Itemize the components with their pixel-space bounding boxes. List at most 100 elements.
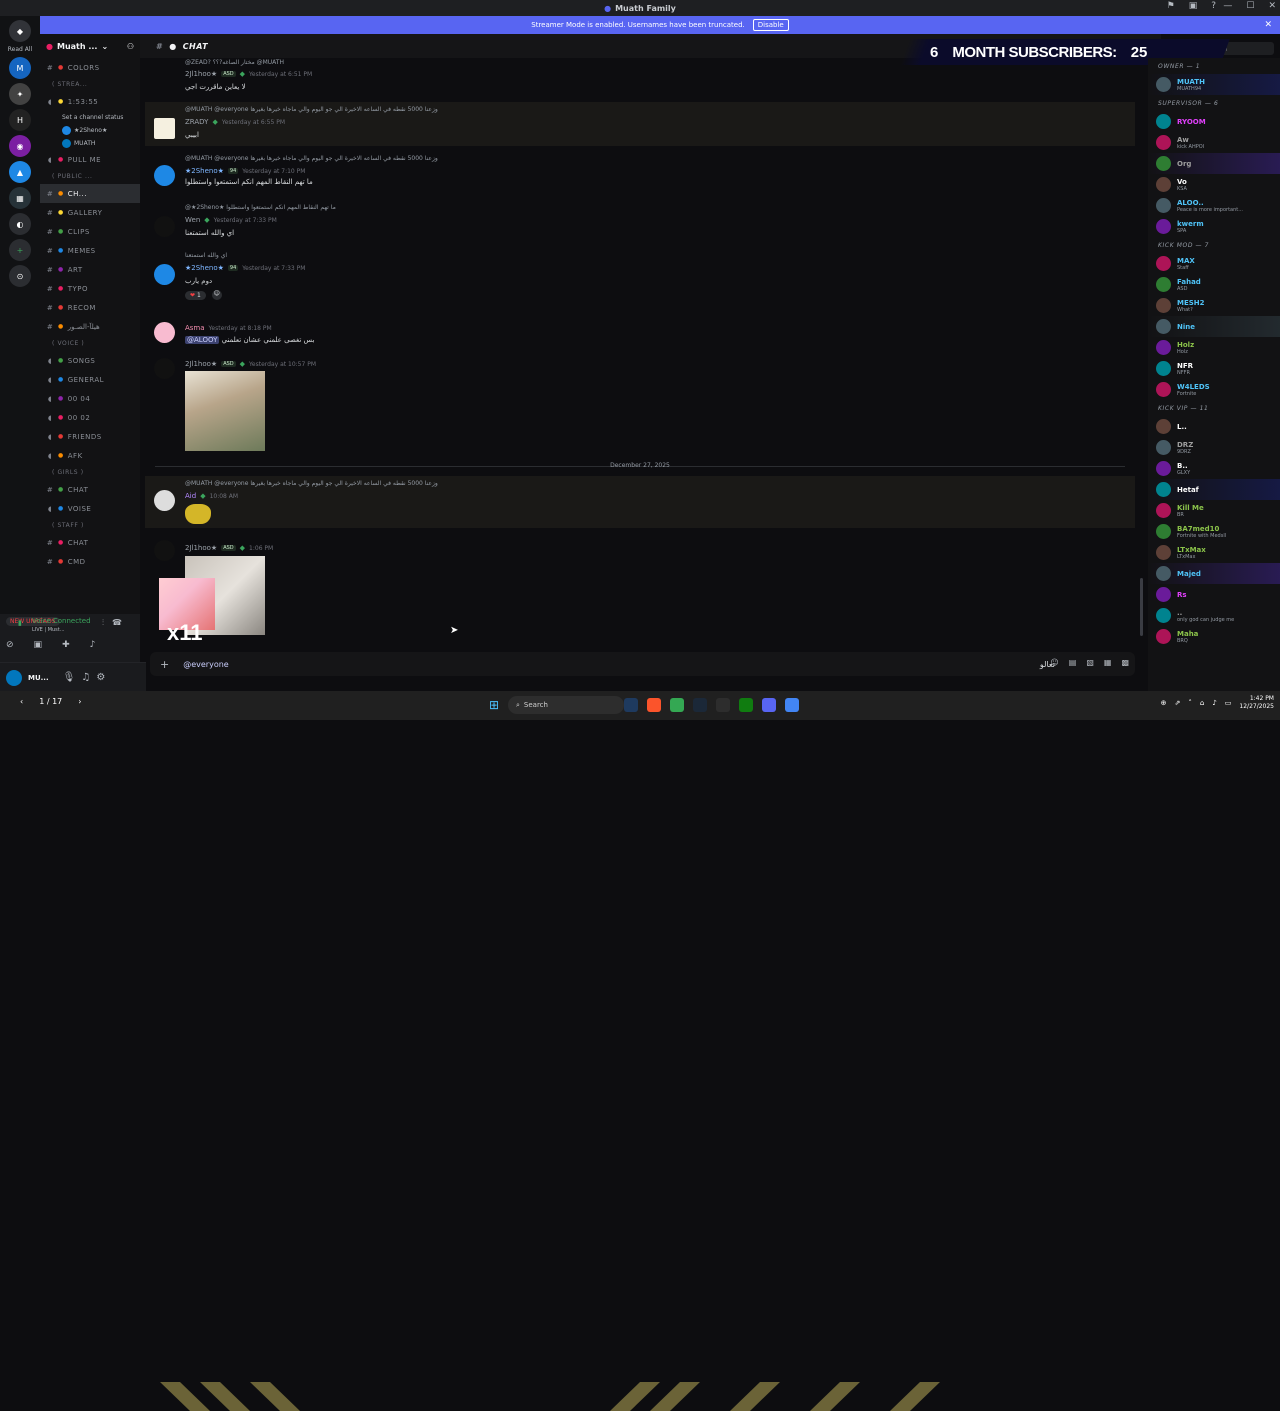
author-name[interactable]: Wen [185,216,200,224]
emoji-icon[interactable]: ▩ [1121,658,1129,667]
share-icon[interactable]: ⇗ [1174,699,1180,707]
avatar[interactable] [1156,608,1171,623]
network-icon[interactable]: ⌂ [1200,699,1204,707]
avatar[interactable] [1156,629,1171,644]
message[interactable]: @★2Sheno★ ما تهم النقاط المهم انكم استمت… [145,200,1135,242]
member-item[interactable]: DRZ 9DRZ [1148,437,1280,458]
reply-preview[interactable]: @★2Sheno★ ما تهم النقاط المهم انكم استمت… [185,204,336,211]
text-channel[interactable]: # ● TYPO [40,279,140,298]
channel-category[interactable]: ( STREA... [40,77,140,92]
avatar[interactable] [1156,382,1171,397]
apps-icon[interactable]: ▦ [1104,658,1112,667]
text-channel[interactable]: # ● COLORS [40,58,140,77]
author-name[interactable]: ZRADY [185,118,208,126]
taskbar-search[interactable]: ⌕ Search [508,696,624,714]
message-input[interactable]: @everyone [183,660,229,669]
avatar[interactable] [1156,77,1171,92]
avatar[interactable] [1156,135,1171,150]
member-item[interactable]: MUATH MUATH94 [1148,74,1280,95]
avatar[interactable] [1156,198,1171,213]
headphones-icon[interactable]: ♫ [81,672,90,683]
server-icon[interactable]: ◐ [9,213,31,235]
mic-icon[interactable]: 🎙 [63,672,76,683]
activities-icon[interactable]: ✚ [62,640,70,650]
channel-status[interactable]: Set a channel status [40,111,140,124]
minimize-button[interactable]: — [1223,1,1232,11]
avatar[interactable] [62,126,71,135]
voice-member[interactable]: ★2Sheno★ [40,124,140,137]
gif-icon[interactable]: ▤ [1069,658,1077,667]
voice-status[interactable]: Voice Connected [32,617,91,625]
avatar[interactable] [154,490,175,511]
server-icon[interactable]: ◉ [9,135,31,157]
server-icon[interactable]: M [9,57,31,79]
member-item[interactable]: L.. [1148,416,1280,437]
discover-icon[interactable]: ⊙ [9,265,31,287]
avatar[interactable] [1156,461,1171,476]
server-icon[interactable]: ✦ [9,83,31,105]
member-item[interactable]: MESH2 What? [1148,295,1280,316]
message[interactable]: @MUATH @everyone وزعنا 5000 نقطه في السا… [145,151,1135,193]
chrome-app-icon[interactable] [670,698,684,712]
member-item[interactable]: Aw kick AHPOI [1148,132,1280,153]
clock[interactable]: 1:42 PM 12/27/2025 [1239,695,1274,711]
video-off-icon[interactable]: ⊘ [6,640,14,650]
avatar[interactable] [1156,298,1171,313]
member-item[interactable]: Holz Holz [1148,337,1280,358]
channel-category[interactable]: ( VOICE ) [40,336,140,351]
prev-page-icon[interactable]: ‹ [20,697,23,706]
add-server-icon[interactable]: + [9,239,31,261]
add-reaction-icon[interactable]: ☺ [211,290,222,300]
reply-preview[interactable]: @MUATH @everyone وزعنا 5000 نقطه في السا… [185,480,438,487]
invite-icon[interactable]: ⚇ [127,42,134,51]
image-attachment[interactable] [185,371,265,451]
discord-app-icon[interactable] [762,698,776,712]
avatar[interactable] [1156,524,1171,539]
reaction[interactable]: ❤ 1 [185,290,206,300]
avatar[interactable] [154,118,175,139]
gift-icon[interactable]: ☺ [1050,658,1058,667]
avatar[interactable] [1156,361,1171,376]
inbox-icon[interactable]: ▣ [1189,1,1198,11]
volume-icon[interactable]: ♪ [1212,699,1216,707]
maximize-button[interactable]: ☐ [1246,1,1254,11]
xbox-app-icon[interactable] [739,698,753,712]
terminal-app-icon[interactable] [716,698,730,712]
member-item[interactable]: NFR NFFR [1148,358,1280,379]
member-item[interactable]: kwerm SPA [1148,216,1280,237]
noise-icon[interactable]: ⫶ [102,618,104,628]
member-item[interactable]: Fahad ASD [1148,274,1280,295]
avatar[interactable] [1156,545,1171,560]
member-item[interactable]: BA7med10 Fortnite with Medsll [1148,521,1280,542]
windows-start-icon[interactable]: ⊞ [489,698,499,712]
avatar[interactable] [154,358,175,379]
brave-app-icon[interactable] [647,698,661,712]
member-item[interactable]: Majed [1148,563,1280,584]
help-icon[interactable]: ? [1211,1,1216,11]
avatar[interactable] [154,216,175,237]
zoom-icon[interactable]: ⊕ [1161,699,1167,707]
member-item[interactable]: Org [1148,153,1280,174]
member-item[interactable]: .. only god can judge me [1148,605,1280,626]
message[interactable]: اي والله استمتعنا ★2Sheno★ 94 Yesterday at… [145,250,1135,308]
gear-icon[interactable]: ⚙ [96,672,105,683]
disconnect-icon[interactable]: ☎ [112,618,122,628]
message[interactable]: 2Jl1hoo★ ASD ◆ 1:06 PM x11 [145,538,1135,640]
voice-channel[interactable]: ◖ ● 1:53:55 [40,92,140,111]
avatar[interactable] [1156,177,1171,192]
server-folder-icon[interactable]: ▦ [9,187,31,209]
next-page-icon[interactable]: › [78,697,81,706]
member-item[interactable]: ALOO.. Peace is more important... [1148,195,1280,216]
text-channel[interactable]: # ● GALLERY [40,203,140,222]
soundboard-icon[interactable]: ♪ [90,640,96,650]
member-item[interactable]: Hetaf [1148,479,1280,500]
member-item[interactable]: LTxMax LTxMax [1148,542,1280,563]
sticker-icon[interactable]: ▧ [1086,658,1094,667]
voice-channel[interactable]: ◖ ● PULL ME [40,150,140,169]
avatar[interactable] [154,540,175,561]
sticker[interactable] [185,504,211,524]
avatar[interactable] [154,264,175,285]
avatar[interactable] [1156,256,1171,271]
text-channel[interactable]: # ● CHAT [40,480,140,499]
voice-member[interactable]: MUATH [40,137,140,150]
